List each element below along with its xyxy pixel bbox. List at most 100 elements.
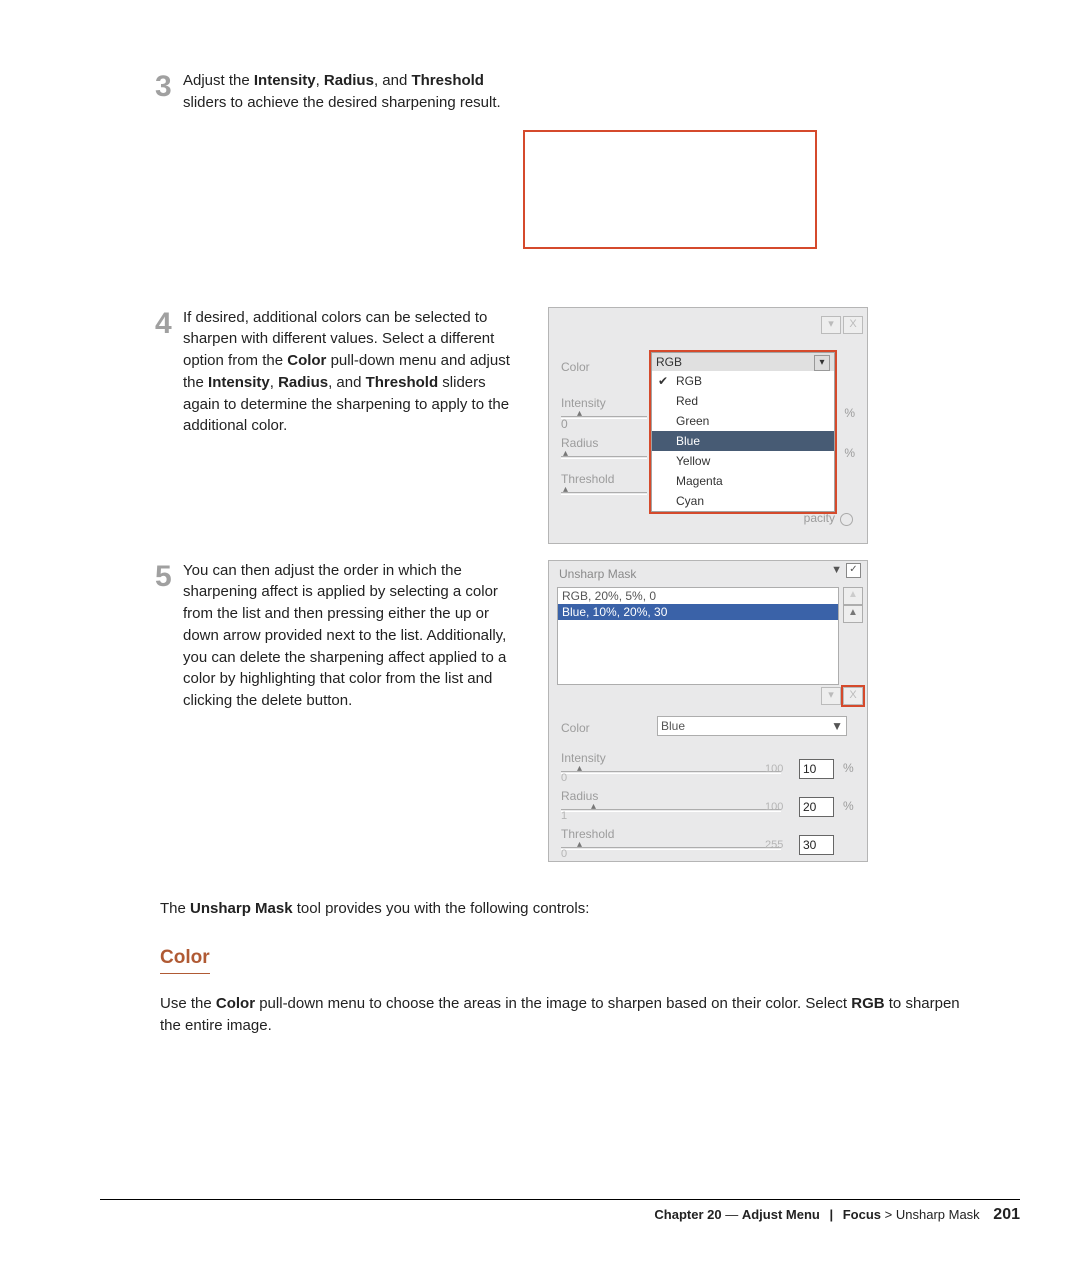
chevron-down-icon[interactable]: ▾ bbox=[814, 355, 830, 371]
color-option-label: Blue bbox=[676, 434, 700, 448]
page-number: 201 bbox=[993, 1206, 1020, 1223]
color-dropdown-head[interactable]: RGB ▾ bbox=[652, 353, 834, 371]
color-section-heading: Color bbox=[160, 944, 210, 974]
footer-divider: | bbox=[829, 1207, 833, 1222]
color-option[interactable]: Magenta bbox=[652, 471, 834, 491]
color-frag: Use the bbox=[160, 995, 216, 1012]
radius-input[interactable]: 20 bbox=[799, 797, 834, 817]
intensity-input[interactable]: 10 bbox=[799, 759, 834, 779]
dropdown-caret-icon[interactable]: ▾ bbox=[821, 316, 841, 334]
footer-dash: — bbox=[722, 1207, 742, 1222]
color-frag: pull-down menu to choose the areas in th… bbox=[255, 995, 851, 1012]
dropdown-caret-icon[interactable]: ▾ bbox=[821, 687, 841, 705]
threshold-label: Threshold bbox=[561, 472, 614, 486]
footer-breadcrumb: Focus bbox=[843, 1207, 881, 1222]
step-3-frag: , and bbox=[374, 72, 412, 89]
step-4-threshold: Threshold bbox=[366, 374, 439, 391]
opacity-radio[interactable] bbox=[840, 513, 853, 526]
color-dropdown[interactable]: RGB ▾ ✔ RGB Red Green Blue Yellow Magenta Cyan bbox=[651, 352, 835, 512]
slider-handle-icon[interactable]: ▴ bbox=[577, 408, 582, 419]
unsharp-panel-color-dropdown: ▾ X Color Intensity ▴ 0 % Radius ▴ % Thr… bbox=[548, 307, 868, 544]
step-4-frag: , and bbox=[328, 374, 366, 391]
step-3-frag: , bbox=[316, 72, 324, 89]
panel-enable-checkbox[interactable]: ✓ bbox=[846, 563, 861, 578]
color-option-label: Magenta bbox=[676, 474, 723, 488]
slider-handle-icon[interactable]: ▴ bbox=[591, 801, 596, 812]
intensity-label: Intensity bbox=[561, 751, 606, 765]
threshold-label: Threshold bbox=[561, 827, 614, 841]
step-3-number: 3 bbox=[60, 70, 183, 114]
step-3-frag: sliders to achieve the desired sharpenin… bbox=[183, 94, 501, 111]
step-4-color: Color bbox=[287, 352, 326, 369]
radius-unit: % bbox=[844, 446, 855, 460]
threshold-min: 0 bbox=[561, 848, 567, 860]
color-option[interactable]: Green bbox=[652, 411, 834, 431]
sharpen-list[interactable]: RGB, 20%, 5%, 0 Blue, 10%, 20%, 30 bbox=[557, 587, 839, 685]
threshold-slider[interactable] bbox=[561, 847, 781, 850]
intensity-slider[interactable] bbox=[561, 416, 647, 419]
color-keyword: Color bbox=[216, 995, 255, 1012]
step-4-number: 4 bbox=[60, 307, 183, 339]
color-label: Color bbox=[561, 360, 590, 374]
footer-chapter: Chapter 20 bbox=[654, 1207, 721, 1222]
color-option-label: Red bbox=[676, 394, 698, 408]
move-down-button[interactable]: ▲ bbox=[843, 605, 863, 623]
intensity-slider[interactable] bbox=[561, 771, 781, 774]
step-3-text: Adjust the Intensity, Radius, and Thresh… bbox=[183, 70, 538, 114]
intro-tool-name: Unsharp Mask bbox=[190, 900, 293, 917]
color-dropdown-selected: RGB bbox=[656, 355, 682, 369]
check-icon: ✔ bbox=[658, 374, 668, 388]
chevron-down-icon: ▼ bbox=[831, 718, 843, 734]
step-3-threshold: Threshold bbox=[411, 72, 484, 89]
chevron-right-icon: > bbox=[885, 1207, 893, 1222]
panel-title: Unsharp Mask bbox=[559, 567, 636, 581]
unsharp-panel-list: Unsharp Mask ▼ ✓ RGB, 20%, 5%, 0 Blue, 1… bbox=[548, 560, 868, 862]
footer-breadcrumb: Unsharp Mask bbox=[896, 1207, 980, 1222]
panel-caret-icon[interactable]: ▼ bbox=[831, 564, 842, 576]
footer-section: Adjust Menu bbox=[742, 1207, 820, 1222]
unsharp-intro: The Unsharp Mask tool provides you with … bbox=[160, 898, 960, 920]
color-option[interactable]: Blue bbox=[652, 431, 834, 451]
step-3-frag: Adjust the bbox=[183, 72, 254, 89]
opacity-label-clipped: pacity bbox=[804, 511, 835, 525]
radius-min: 1 bbox=[561, 810, 567, 822]
step-3-intensity: Intensity bbox=[254, 72, 316, 89]
color-option-label: Green bbox=[676, 414, 709, 428]
intensity-unit: % bbox=[844, 406, 855, 420]
color-option-label: Yellow bbox=[676, 454, 710, 468]
color-option[interactable]: ✔ RGB bbox=[652, 371, 834, 391]
slider-handle-icon[interactable]: ▴ bbox=[577, 839, 582, 850]
page-footer: Chapter 20 — Adjust Menu | Focus > Unsha… bbox=[100, 1199, 1020, 1224]
color-option-label: RGB bbox=[676, 374, 702, 388]
intensity-min: 0 bbox=[561, 417, 568, 431]
color-option[interactable]: Cyan bbox=[652, 491, 834, 511]
color-label: Color bbox=[561, 721, 590, 735]
slider-handle-icon[interactable]: ▴ bbox=[563, 484, 568, 495]
slider-handle-icon[interactable]: ▴ bbox=[577, 763, 582, 774]
delete-button[interactable]: X bbox=[843, 687, 863, 705]
intensity-unit: % bbox=[843, 761, 854, 775]
color-select[interactable]: Blue ▼ bbox=[657, 716, 847, 736]
callout-figure-step3 bbox=[523, 130, 817, 249]
intensity-min: 0 bbox=[561, 772, 567, 784]
intro-frag: The bbox=[160, 900, 190, 917]
close-icon[interactable]: X bbox=[843, 316, 863, 334]
color-dropdown-list[interactable]: ✔ RGB Red Green Blue Yellow Magenta Cyan bbox=[652, 371, 834, 511]
color-option[interactable]: Red bbox=[652, 391, 834, 411]
step-4-frag: , bbox=[270, 374, 278, 391]
slider-handle-icon[interactable]: ▴ bbox=[563, 448, 568, 459]
threshold-max: 255 bbox=[765, 839, 783, 851]
color-option[interactable]: Yellow bbox=[652, 451, 834, 471]
threshold-input[interactable]: 30 bbox=[799, 835, 834, 855]
list-item[interactable]: RGB, 20%, 5%, 0 bbox=[558, 588, 838, 604]
intensity-label: Intensity bbox=[561, 396, 606, 410]
list-item[interactable]: Blue, 10%, 20%, 30 bbox=[558, 604, 838, 620]
radius-slider[interactable] bbox=[561, 456, 647, 459]
radius-unit: % bbox=[843, 799, 854, 813]
intensity-max: 100 bbox=[765, 763, 783, 775]
step-4-intensity: Intensity bbox=[208, 374, 270, 391]
color-section-body: Use the Color pull-down menu to choose t… bbox=[160, 993, 960, 1037]
move-up-button[interactable]: ▲ bbox=[843, 587, 863, 605]
threshold-slider[interactable] bbox=[561, 492, 647, 495]
intro-frag: tool provides you with the following con… bbox=[293, 900, 590, 917]
